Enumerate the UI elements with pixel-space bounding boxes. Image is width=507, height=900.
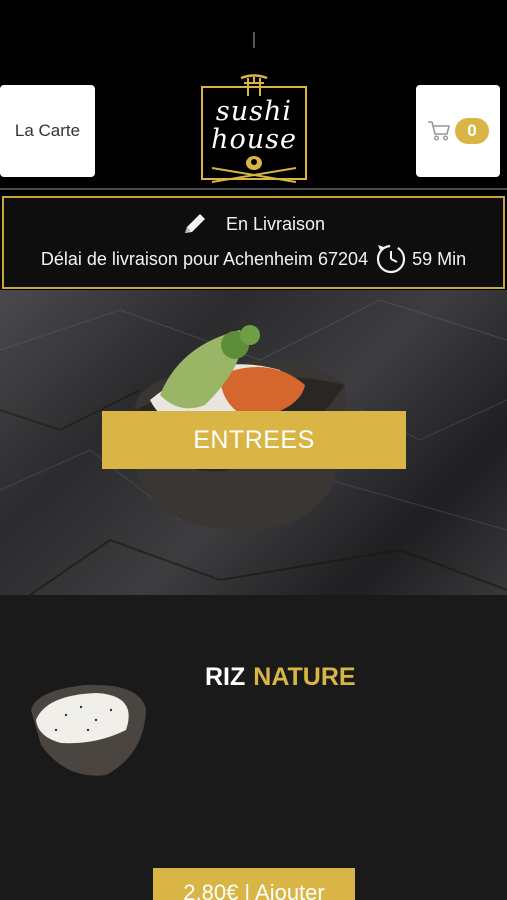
cart-count-badge: 0 xyxy=(455,118,489,144)
status-indicator xyxy=(253,32,255,48)
delivery-panel[interactable]: En Livraison Délai de livraison pour Ach… xyxy=(2,196,505,289)
torii-gate-icon xyxy=(240,74,268,96)
chopsticks-sushi-icon xyxy=(212,156,296,183)
product-card[interactable]: RIZ NATURE 2,80€ | Ajouter xyxy=(0,595,507,900)
delivery-duration: 59 Min xyxy=(412,248,467,269)
sushi-house-logo[interactable]: sushi house xyxy=(198,74,310,186)
add-to-cart-button[interactable]: 2,80€ | Ajouter xyxy=(153,868,355,900)
delivery-info-row: Délai de livraison pour Achenheim 67204 … xyxy=(4,242,503,276)
delivery-mode-row[interactable]: En Livraison xyxy=(4,212,503,236)
header-divider xyxy=(0,188,507,190)
menu-button[interactable]: La Carte xyxy=(0,85,95,177)
product-title: RIZ NATURE xyxy=(205,663,356,692)
cart-button[interactable]: 0 xyxy=(416,85,500,177)
logo-text-sushi: sushi xyxy=(215,96,293,127)
rice-bowl-image xyxy=(31,684,146,776)
product-name-part2: NATURE xyxy=(253,663,356,691)
menu-button-label: La Carte xyxy=(14,121,81,140)
app-header: La Carte sushi house 0 xyxy=(0,60,507,190)
shopping-cart-icon xyxy=(428,121,450,141)
clock-icon xyxy=(376,244,406,274)
pencil-icon xyxy=(184,214,205,233)
logo-text-house: house xyxy=(211,124,297,155)
product-name-part1: RIZ xyxy=(205,663,246,691)
category-entrees-button[interactable]: ENTREES xyxy=(102,411,406,469)
category-hero[interactable]: ENTREES xyxy=(0,290,507,595)
delivery-mode-label: En Livraison xyxy=(225,213,326,234)
delivery-delay-text: Délai de livraison pour Achenheim 67204 xyxy=(40,248,369,269)
